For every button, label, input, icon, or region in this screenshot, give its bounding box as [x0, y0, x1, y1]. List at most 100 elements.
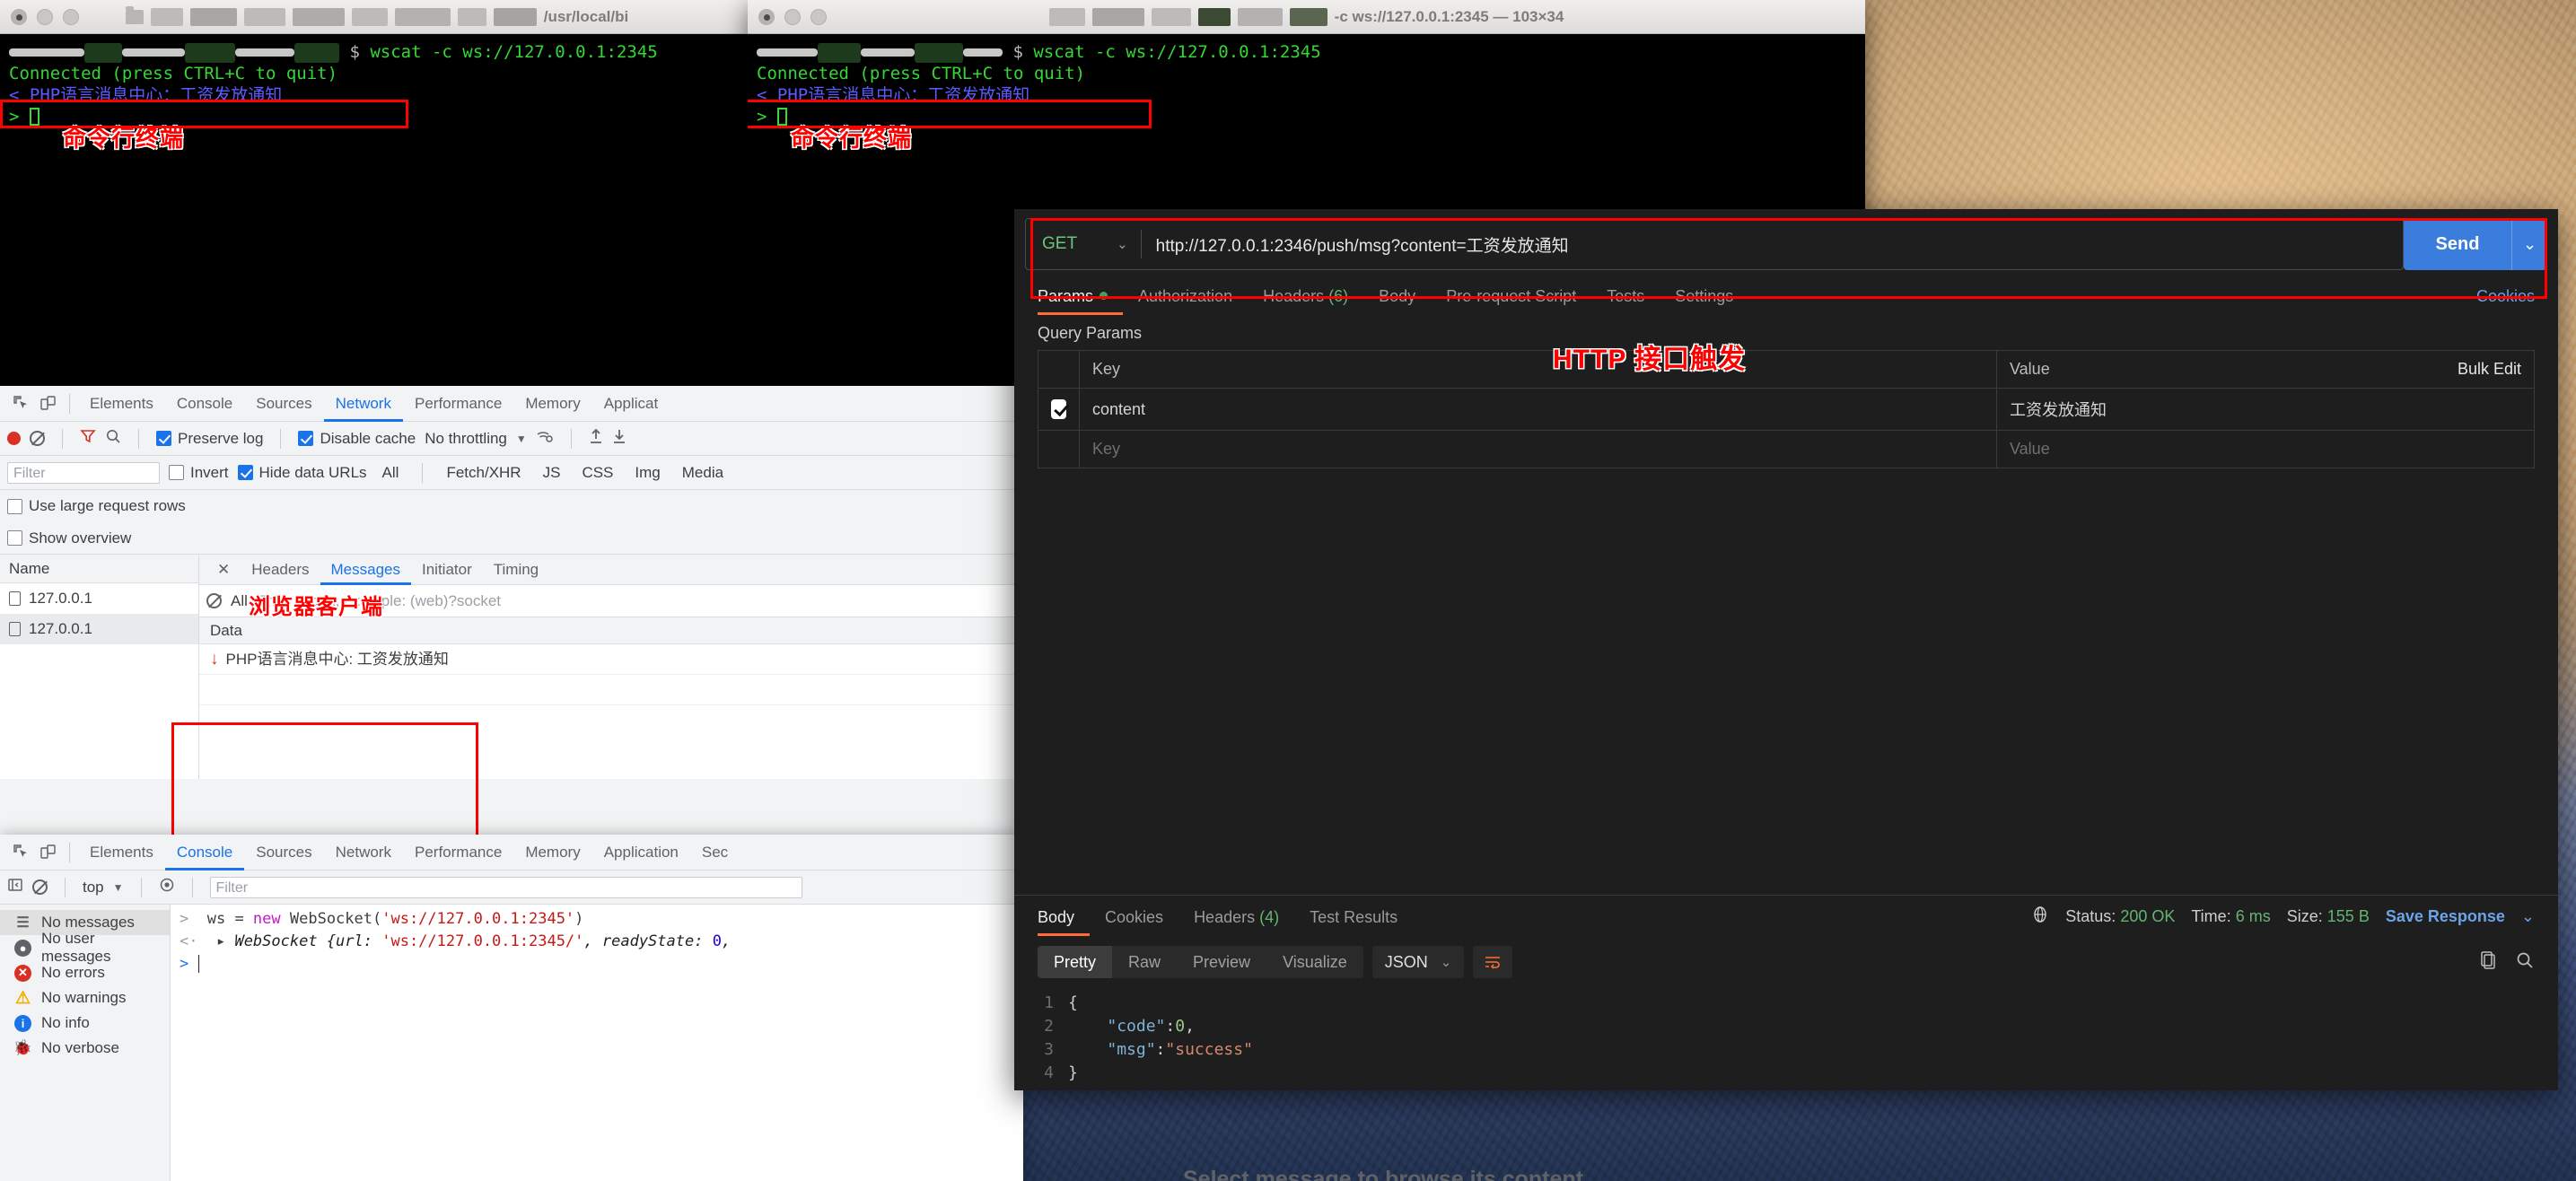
devtools-network-tabbar[interactable]: Elements Console Sources Network Perform… — [0, 386, 1023, 422]
view-mode-visualize[interactable]: Visualize — [1266, 946, 1363, 978]
tab-sources[interactable]: Sources — [244, 386, 323, 422]
console-controls-row[interactable]: top ▼ Filter — [0, 870, 1023, 905]
request-row-2[interactable]: 127.0.0.1 — [0, 614, 198, 644]
request-tab-bar[interactable]: Params Authorization Headers (6) Body Pr… — [1014, 277, 2558, 315]
detail-tab-messages[interactable]: Messages — [320, 555, 411, 585]
method-select[interactable]: GET ⌄ — [1026, 234, 1141, 254]
checkbox-checked-icon[interactable] — [1051, 399, 1066, 419]
tab-settings[interactable]: Settings — [1660, 277, 1748, 315]
close-button[interactable] — [11, 8, 27, 25]
param-enabled-checkbox[interactable] — [1038, 389, 1080, 430]
wrap-lines-button[interactable] — [1473, 946, 1513, 978]
chevron-down-icon[interactable]: ⌄ — [1117, 236, 1128, 252]
request-detail-tabs[interactable]: ✕ Headers Messages Initiator Timing — [199, 555, 1023, 585]
tab-performance[interactable]: Performance — [403, 835, 513, 870]
sidebar-item-user-messages[interactable]: ● No user messages — [0, 930, 170, 965]
network-filter-input[interactable]: Filter — [7, 461, 160, 484]
use-large-rows-checkbox[interactable]: Use large request rows — [7, 497, 186, 515]
show-overview-checkbox[interactable]: Show overview — [7, 529, 131, 547]
disable-cache-checkbox[interactable]: Disable cache — [298, 430, 416, 448]
filter-img[interactable]: Img — [628, 464, 666, 482]
messages-filter-row[interactable]: All Enter regex, example: (web)?socket 浏… — [199, 585, 1023, 619]
tab-params[interactable]: Params — [1038, 277, 1123, 315]
network-filter-row[interactable]: Filter Invert Hide data URLs All Fetch/X… — [0, 456, 1023, 490]
terminal-2-input-line[interactable]: > — [757, 106, 1856, 127]
invert-checkbox[interactable]: Invert — [169, 464, 229, 482]
send-options-chevron-icon[interactable]: ⌄ — [2511, 218, 2547, 270]
tab-headers[interactable]: Headers (6) — [1248, 277, 1363, 315]
filter-funnel-icon[interactable] — [80, 428, 96, 449]
throttling-select[interactable]: No throttling — [425, 430, 507, 448]
hide-data-urls-checkbox[interactable]: Hide data URLs — [237, 464, 367, 482]
messages-filter-all[interactable]: All — [231, 592, 248, 610]
search-icon[interactable] — [105, 428, 121, 449]
tab-application[interactable]: Application — [592, 835, 690, 870]
tab-memory[interactable]: Memory — [513, 386, 591, 422]
execution-context-select[interactable]: top — [83, 879, 104, 897]
response-tab-test-results[interactable]: Test Results — [1294, 898, 1413, 936]
view-mode-raw[interactable]: Raw — [1112, 946, 1177, 978]
empty-value-input[interactable]: Value — [1997, 431, 2424, 468]
view-mode-segmented[interactable]: Pretty Raw Preview Visualize — [1038, 946, 1363, 978]
bulk-edit-button[interactable]: Bulk Edit — [2424, 351, 2534, 388]
close-button[interactable] — [758, 8, 775, 25]
console-prompt-line[interactable]: > — [171, 953, 1023, 975]
tab-console[interactable]: Console — [165, 835, 244, 870]
response-tab-bar[interactable]: Body Cookies Headers (4) Test Results St… — [1014, 895, 2558, 938]
tab-sources[interactable]: Sources — [244, 835, 323, 870]
record-icon[interactable] — [7, 432, 21, 445]
devtools-console-tabbar[interactable]: Elements Console Sources Network Perform… — [0, 835, 1023, 870]
tab-console[interactable]: Console — [165, 386, 244, 422]
query-params-table[interactable]: Key Value Bulk Edit content 工资发放通知 Key V… — [1038, 350, 2535, 468]
filter-css[interactable]: CSS — [575, 464, 619, 482]
network-controls-row[interactable]: Preserve log Disable cache No throttling… — [0, 422, 1023, 456]
preserve-log-checkbox[interactable]: Preserve log — [156, 430, 263, 448]
message-row[interactable]: ↓ PHP语言消息中心: 工资发放通知 — [199, 644, 1023, 675]
inspect-element-icon[interactable] — [7, 840, 34, 865]
response-tab-headers[interactable]: Headers (4) — [1178, 898, 1294, 936]
save-response-button[interactable]: Save Response — [2386, 907, 2505, 926]
table-row-empty[interactable]: Key Value — [1038, 431, 2534, 468]
tab-elements[interactable]: Elements — [78, 386, 165, 422]
postman-url-bar[interactable]: GET ⌄ http://127.0.0.1:2346/push/msg?con… — [1014, 209, 2558, 277]
console-settings-eye-icon[interactable] — [159, 877, 175, 897]
use-large-rows-box[interactable] — [7, 498, 22, 514]
console-output[interactable]: > ws = new WebSocket('ws://127.0.0.1:234… — [171, 905, 1023, 1181]
devtools-console-window[interactable]: Elements Console Sources Network Perform… — [0, 835, 1023, 1181]
request-row-1[interactable]: 127.0.0.1 — [0, 583, 198, 614]
search-icon[interactable] — [2515, 950, 2535, 975]
tab-security[interactable]: Sec — [690, 835, 740, 870]
inspect-element-icon[interactable] — [7, 391, 34, 416]
save-response-chevron-icon[interactable]: ⌄ — [2521, 907, 2535, 926]
tab-application[interactable]: Applicat — [592, 386, 670, 422]
response-right-icons[interactable] — [2479, 950, 2535, 975]
show-overview-row[interactable]: Show overview — [0, 522, 1023, 555]
request-detail-pane[interactable]: ✕ Headers Messages Initiator Timing All … — [199, 555, 1023, 779]
postman-window[interactable]: GET ⌄ http://127.0.0.1:2346/push/msg?con… — [1014, 209, 2558, 1090]
tab-body[interactable]: Body — [1363, 277, 1431, 315]
preserve-log-box[interactable] — [156, 431, 171, 446]
network-conditions-icon[interactable] — [536, 428, 554, 449]
format-select[interactable]: JSON ⌄ — [1371, 946, 1465, 978]
show-overview-box[interactable] — [7, 530, 22, 546]
large-rows-row[interactable]: Use large request rows — [0, 490, 1023, 522]
response-tab-cookies[interactable]: Cookies — [1090, 898, 1178, 936]
sidebar-item-verbose[interactable]: 🐞 No verbose — [0, 1036, 170, 1061]
window-controls-1[interactable] — [11, 8, 79, 25]
tab-performance[interactable]: Performance — [403, 386, 513, 422]
import-har-icon[interactable] — [589, 428, 603, 449]
hide-data-urls-box[interactable] — [237, 465, 253, 480]
sidebar-item-warnings[interactable]: ⚠ No warnings — [0, 985, 170, 1010]
filter-js[interactable]: JS — [537, 464, 567, 482]
tab-network[interactable]: Network — [324, 835, 403, 870]
response-body-code[interactable]: 1 { 2 "code": 0, 3 "msg": "success" 4 } — [1014, 986, 2558, 1090]
minimize-button[interactable] — [784, 8, 801, 25]
view-mode-pretty[interactable]: Pretty — [1038, 946, 1113, 978]
detail-tab-initiator[interactable]: Initiator — [411, 555, 483, 585]
cookies-link[interactable]: Cookies — [2476, 287, 2535, 306]
chevron-down-icon[interactable]: ▼ — [516, 433, 527, 445]
table-row[interactable]: content 工资发放通知 — [1038, 389, 2534, 431]
request-name-column[interactable]: Name 127.0.0.1 127.0.0.1 — [0, 555, 199, 779]
console-filter-input[interactable]: Filter — [209, 876, 802, 898]
tab-network[interactable]: Network — [324, 386, 403, 422]
